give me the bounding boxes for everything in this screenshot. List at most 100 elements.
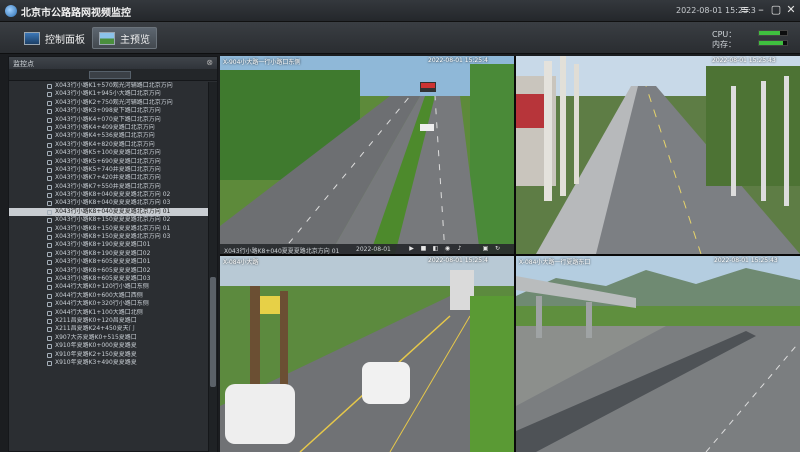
tab-control-panel[interactable]: 控制面板 bbox=[18, 27, 91, 49]
audio-icon[interactable]: ♪ bbox=[456, 245, 463, 252]
camera-list-item[interactable]: X043行小路K8+605夏夏夏路口02 bbox=[9, 267, 208, 275]
camera-list-item-label: X910年夏路K0+000夏夏路夏 bbox=[55, 342, 137, 350]
camera-list-item-label: X044行大路K0+320行小路口东侧 bbox=[55, 300, 149, 308]
refresh-icon[interactable]: ↻ bbox=[494, 245, 501, 252]
camera-list-item[interactable]: X910年夏路K2+150夏夏路夏 bbox=[9, 351, 208, 359]
camera-list-item-label: X043行小路K4+536夏路口北京方向 bbox=[55, 132, 155, 140]
camera-list-item-label: X043行小路K5+690夏夏路口北京方向 bbox=[55, 157, 161, 165]
tile-1-osd-title: X-904小大路一行小路口东侧 bbox=[223, 59, 301, 66]
camera-icon bbox=[47, 117, 52, 123]
video-frame-1 bbox=[220, 56, 514, 254]
camera-icon bbox=[47, 159, 52, 165]
cpu-label: CPU： bbox=[712, 30, 737, 39]
camera-list[interactable]: X043行小路K1+570观光河辅路口北京方向 X043行小路K1+945小大路口… bbox=[9, 82, 208, 452]
camera-icon bbox=[47, 176, 52, 182]
camera-list-item[interactable]: X043行小路K7+420井夏路口北京方向 bbox=[9, 174, 208, 182]
minimize-button[interactable]: – bbox=[754, 3, 768, 17]
tile-4-osd-time: 2022-08-01 15:25:43 bbox=[714, 257, 778, 264]
camera-list-item[interactable]: X907大苏夏路K0+515夏路口 bbox=[9, 334, 208, 342]
camera-list-item-label: X043行小路K5+740井夏路口北京方向 bbox=[55, 165, 161, 173]
camera-list-item[interactable]: X043行小路K4+070夏下路口北京方向 bbox=[9, 116, 208, 124]
camera-list-item-label: X043行小路K8+605夏夏夏路口03 bbox=[55, 274, 151, 282]
tab-main-preview-label: 主预览 bbox=[120, 34, 150, 46]
menu-icon[interactable]: ≡ bbox=[738, 3, 752, 17]
camera-icon bbox=[47, 344, 52, 350]
sidebar-scroll-thumb[interactable] bbox=[210, 277, 216, 387]
fullscreen-icon[interactable]: ▣ bbox=[482, 245, 489, 252]
camera-list-item-label: X910年夏路K2+150夏夏路夏 bbox=[55, 350, 137, 358]
camera-icon bbox=[47, 84, 52, 89]
camera-list-item[interactable]: X044行大路K0+600大路口西侧 bbox=[9, 292, 208, 300]
camera-icon bbox=[47, 218, 52, 224]
record-icon[interactable]: ◉ bbox=[444, 245, 451, 252]
camera-list-item[interactable]: X043行小路K5+740井夏路口北京方向 bbox=[9, 166, 208, 174]
camera-list-item-label: X043行小路K5+100夏夏路口北京方向 bbox=[55, 149, 161, 157]
camera-list-item-label: X043行小路K8+150夏夏夏路北京方向 01 bbox=[55, 224, 171, 232]
sidebar-scrollbar[interactable] bbox=[208, 82, 217, 452]
camera-list-item[interactable]: X043行小路K8+190夏夏夏路口02 bbox=[9, 250, 208, 258]
camera-list-item[interactable]: X043行小路K4+409夏路口北京方向 bbox=[9, 124, 208, 132]
video-tile-4[interactable]: X-084小大路一行夏路东口 2022-08-01 15:25:43 bbox=[516, 256, 800, 452]
camera-list-item-label: X043行小路K4+070夏下路口北京方向 bbox=[55, 115, 161, 123]
tab-main-preview[interactable]: 主预览 bbox=[92, 27, 157, 49]
camera-list-item-label: X043行小路K2+750观光河辅路口北京方向 bbox=[55, 98, 173, 106]
video-tile-2[interactable]: 2022-08-01 15:25:43 bbox=[516, 56, 800, 254]
camera-list-item[interactable]: X043行小路K8+190夏夏夏路口01 bbox=[9, 241, 208, 249]
camera-icon bbox=[47, 335, 52, 341]
play-icon[interactable]: ▶ bbox=[408, 245, 415, 252]
stop-icon[interactable]: ■ bbox=[420, 245, 427, 252]
camera-list-item[interactable]: X043行小路K8+040夏夏夏路北京方向 03 bbox=[9, 199, 208, 207]
camera-icon bbox=[47, 302, 52, 308]
camera-icon bbox=[47, 310, 52, 316]
camera-icon bbox=[47, 134, 52, 140]
camera-list-item[interactable]: X043行小路K1+570观光河辅路口北京方向 bbox=[9, 82, 208, 90]
close-button[interactable]: ✕ bbox=[784, 3, 798, 17]
camera-list-item[interactable]: X043行小路K5+690夏夏路口北京方向 bbox=[9, 158, 208, 166]
camera-list-item[interactable]: X043行小路K8+150夏夏夏路北京方向 01 bbox=[9, 225, 208, 233]
camera-list-item-label: X043行小路K8+150夏夏夏路北京方向 03 bbox=[55, 233, 171, 241]
tile-3-osd-time: 2022-08-01 15:25:4 bbox=[428, 257, 488, 264]
main-toolbar: 控制面板 主预览 CPU： 内存： bbox=[0, 22, 800, 54]
camera-list-item[interactable]: X043行小路K3+098夏下路口北京方向 bbox=[9, 107, 208, 115]
camera-list-item[interactable]: X043行小路K8+040夏夏夏路北京方向 01 bbox=[9, 207, 208, 217]
camera-list-item-label: X211昌夏路K0+120昌夏路口 bbox=[55, 316, 137, 324]
camera-list-item[interactable]: X043行小路K8+150夏夏夏路北京方向 03 bbox=[9, 233, 208, 241]
camera-icon bbox=[47, 201, 52, 207]
sidebar-pin-icon[interactable]: ⊗ bbox=[206, 58, 213, 67]
camera-icon bbox=[47, 293, 52, 299]
camera-list-item[interactable]: X043行小路K7+550井夏路口北京方向 bbox=[9, 183, 208, 191]
camera-list-item[interactable]: X211昌夏路K0+120昌夏路口 bbox=[9, 317, 208, 325]
camera-list-item[interactable]: X043行小路K4+820夏路口北京方向 bbox=[9, 141, 208, 149]
camera-list-item-label: X043行小路K8+040夏夏夏路北京方向 03 bbox=[55, 199, 171, 207]
camera-list-item[interactable]: X211昌夏路K24+450夏天门 bbox=[9, 325, 208, 333]
camera-icon bbox=[47, 209, 52, 215]
camera-list-item[interactable]: X043行小路K8+605夏夏夏路口03 bbox=[9, 275, 208, 283]
tile-4-osd-title: X-084小大路一行夏路东口 bbox=[519, 259, 591, 266]
control-panel-icon bbox=[24, 31, 40, 45]
camera-list-item[interactable]: X910年夏路K3+490夏夏路夏 bbox=[9, 359, 208, 367]
camera-list-item-label: X043行小路K8+040夏夏夏路北京方向 01 bbox=[55, 207, 171, 215]
camera-list-item[interactable]: X043行小路K2+750观光河辅路口北京方向 bbox=[9, 99, 208, 107]
tile-3-osd-title: X-084小大路 bbox=[223, 259, 259, 266]
camera-list-item[interactable]: X043行小路K8+040夏夏夏路北京方向 02 bbox=[9, 191, 208, 199]
maximize-button[interactable]: ▢ bbox=[769, 3, 783, 17]
filter-dropdown[interactable] bbox=[89, 71, 131, 79]
video-frame-4 bbox=[516, 256, 800, 452]
camera-list-item-label: X043行小路K8+040夏夏夏路北京方向 02 bbox=[55, 191, 171, 199]
camera-icon bbox=[47, 100, 52, 106]
cpu-meter-fill bbox=[759, 31, 780, 35]
camera-list-item[interactable]: X910年夏路K0+000夏夏路夏 bbox=[9, 342, 208, 350]
snapshot-icon[interactable]: ◧ bbox=[432, 245, 439, 252]
camera-list-item[interactable]: X043行小路K8+150夏夏夏路北京方向 02 bbox=[9, 216, 208, 224]
camera-icon bbox=[47, 276, 52, 282]
camera-list-item[interactable]: X044行大路K1+100大路口北侧 bbox=[9, 309, 208, 317]
camera-list-item[interactable]: X043行小路K5+100夏夏路口北京方向 bbox=[9, 149, 208, 157]
camera-list-item[interactable]: X043行小路K8+605夏夏夏路口01 bbox=[9, 258, 208, 266]
camera-list-item[interactable]: X044行大路K0+120行小路口东侧 bbox=[9, 283, 208, 291]
camera-list-item[interactable]: X044行大路K0+320行小路口东侧 bbox=[9, 300, 208, 308]
camera-list-item[interactable]: X043行小路K4+536夏路口北京方向 bbox=[9, 132, 208, 140]
video-tile-3[interactable]: X-084小大路 2022-08-01 15:25:4 bbox=[220, 256, 514, 452]
app-title: 北京市公路路网视频监控 bbox=[21, 8, 131, 19]
camera-list-item[interactable]: X043行小路K1+945小大路口北京方向 bbox=[9, 90, 208, 98]
video-tile-1[interactable]: X-904小大路一行小路口东侧 2022-08-01 15:25:4 X043行… bbox=[220, 56, 514, 254]
